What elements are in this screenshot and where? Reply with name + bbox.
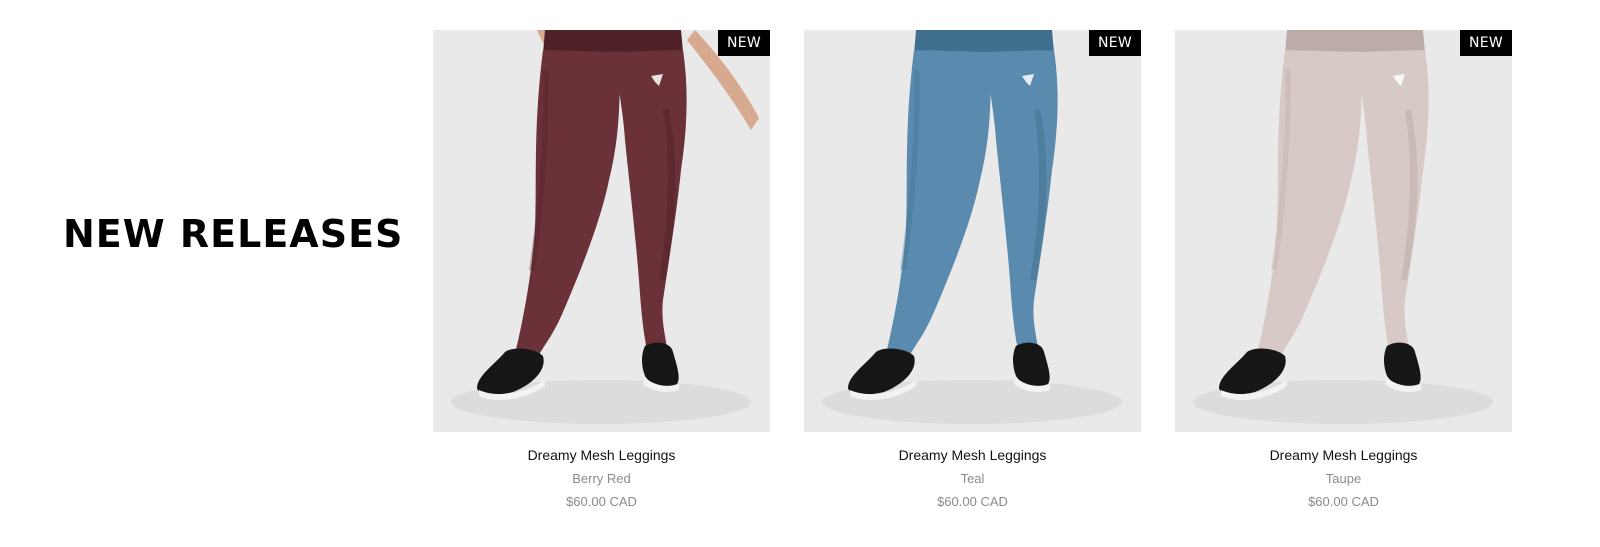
new-badge: NEW [1089,30,1141,56]
new-releases-section: NEW RELEASES NEW Dreamy Mesh Leggings Be… [0,0,1600,547]
waistband [1285,30,1425,54]
product-color: Teal [960,471,985,486]
product-name[interactable]: Dreamy Mesh Leggings [1175,447,1512,463]
product-image[interactable]: NEW [1175,30,1512,432]
product-image[interactable]: NEW [433,30,770,432]
leggings-image [804,30,1141,432]
section-title: NEW RELEASES [63,212,404,256]
product-price: $60.00 CAD [1308,494,1379,509]
product-card[interactable]: NEW Dreamy Mesh Leggings Teal $60.00 CAD [804,30,1141,509]
waistband [543,30,683,54]
product-image[interactable]: NEW [804,30,1141,432]
waistband [914,30,1054,54]
product-name[interactable]: Dreamy Mesh Leggings [804,447,1141,463]
leggings-image [1175,30,1512,432]
leggings-image [433,30,770,432]
product-card[interactable]: NEW Dreamy Mesh Leggings Berry Red $60.0… [433,30,770,509]
new-badge: NEW [1460,30,1512,56]
new-badge: NEW [718,30,770,56]
product-price: $60.00 CAD [566,494,637,509]
product-name[interactable]: Dreamy Mesh Leggings [433,447,770,463]
product-card[interactable]: NEW Dreamy Mesh Leggings Taupe $60.00 CA… [1175,30,1512,509]
product-price: $60.00 CAD [937,494,1008,509]
product-color: Berry Red [572,471,631,486]
product-color: Taupe [1325,471,1362,486]
